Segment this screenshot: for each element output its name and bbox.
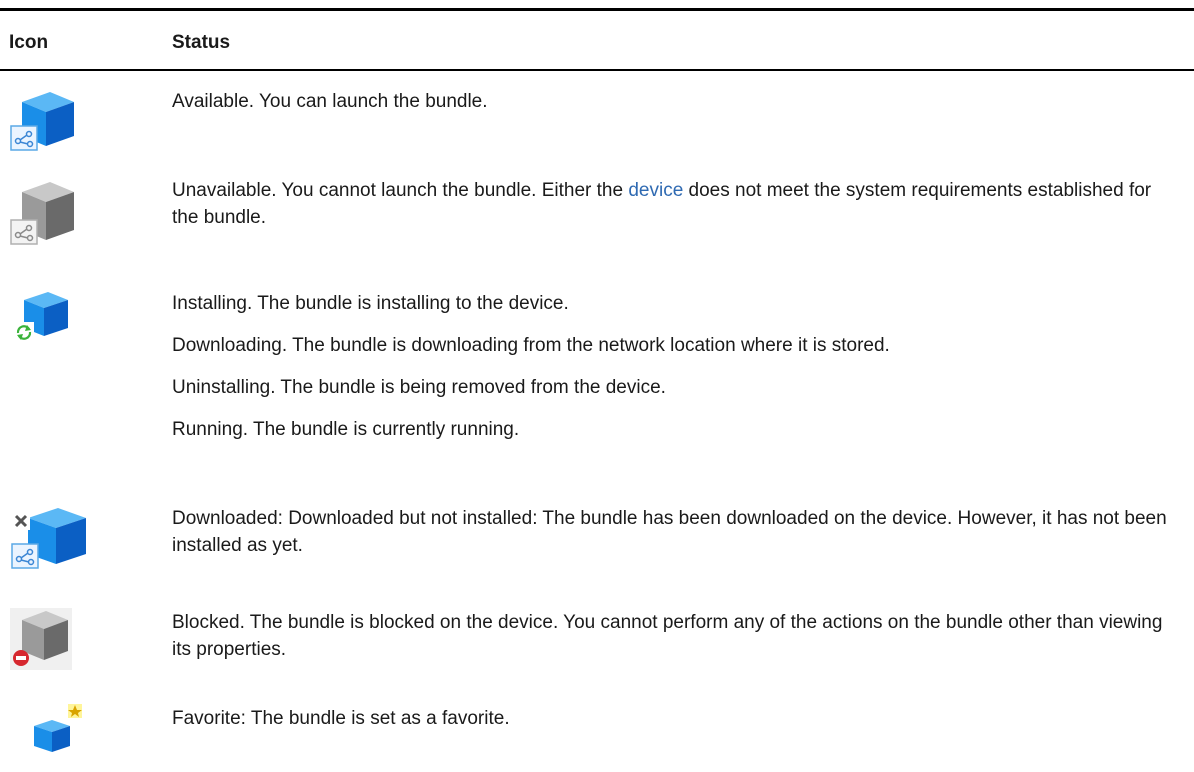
status-text-downloading: Downloading. The bundle is downloading f… bbox=[172, 335, 890, 356]
blue-bundle-favorite-icon bbox=[26, 702, 126, 772]
row-description: Installing. The bundle is installing to … bbox=[172, 290, 1172, 443]
gray-bundle-shortcut-icon bbox=[10, 178, 110, 248]
row-description: Blocked. The bundle is blocked on the de… bbox=[172, 609, 1172, 663]
row-description: Downloaded: Downloaded but not installed… bbox=[172, 505, 1172, 559]
row-description: Favorite: The bundle is set as a favorit… bbox=[172, 705, 1172, 732]
gray-bundle-blocked-icon bbox=[10, 608, 110, 678]
table-top-rule bbox=[0, 8, 1194, 11]
status-text-available: Available. You can launch the bundle. bbox=[172, 91, 488, 112]
blue-bundle-downloaded-icon bbox=[10, 506, 110, 576]
status-text-blocked: Blocked. The bundle is blocked on the de… bbox=[172, 612, 1163, 660]
text-part: Unavailable. You cannot launch the bundl… bbox=[172, 180, 629, 201]
column-header-status: Status bbox=[172, 32, 231, 53]
status-text-running: Running. The bundle is currently running… bbox=[172, 419, 520, 440]
row-description: Unavailable. You cannot launch the bundl… bbox=[172, 177, 1172, 231]
device-link[interactable]: device bbox=[628, 180, 683, 201]
status-text-downloaded: Downloaded: Downloaded but not installed… bbox=[172, 508, 1167, 556]
blue-bundle-refresh-icon bbox=[12, 290, 112, 360]
row-description: Available. You can launch the bundle. bbox=[172, 88, 1172, 115]
status-text-uninstalling: Uninstalling. The bundle is being remove… bbox=[172, 377, 666, 398]
blue-bundle-shortcut-icon bbox=[10, 88, 110, 158]
status-text-favorite: Favorite: The bundle is set as a favorit… bbox=[172, 708, 510, 729]
column-header-icon: Icon bbox=[9, 32, 49, 53]
header-bottom-rule bbox=[0, 69, 1194, 71]
status-text-installing: Installing. The bundle is installing to … bbox=[172, 293, 569, 314]
status-text-unavailable: Unavailable. You cannot launch the bundl… bbox=[172, 177, 1172, 231]
